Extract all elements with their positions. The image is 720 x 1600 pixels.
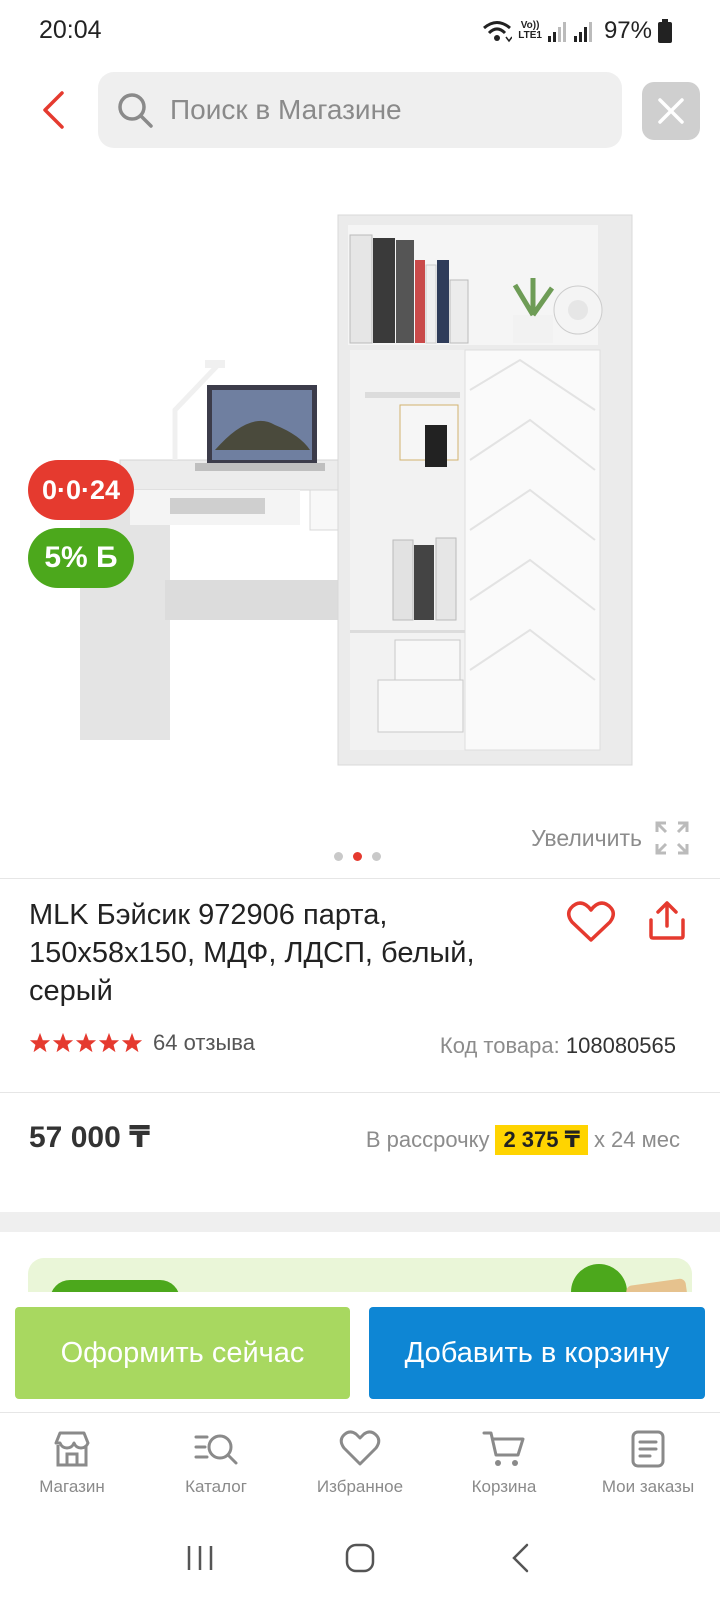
nav-item-favorites[interactable]: Избранное: [288, 1413, 432, 1517]
recent-apps-icon: [187, 1546, 213, 1570]
search-header: [0, 60, 720, 160]
installment-badge: 0·0·24: [28, 460, 135, 520]
installment-prefix: В рассрочку: [365, 1127, 490, 1152]
expand-icon: [654, 820, 690, 856]
product-gallery[interactable]: 0·0·24 5% Б Увеличить: [0, 160, 720, 890]
nav-label: Мои заказы: [601, 1477, 695, 1496]
status-time: 20:04: [39, 16, 102, 44]
battery-percent: 97%: [603, 17, 652, 44]
status-icons: Vo)) LTE1 97%: [482, 17, 672, 45]
nav-item-store[interactable]: Магазин: [0, 1413, 144, 1517]
nav-item-orders[interactable]: Мои заказы: [576, 1413, 720, 1517]
recent-apps-button[interactable]: [170, 1528, 230, 1588]
search-input[interactable]: [170, 94, 590, 126]
nav-label: Корзина: [471, 1477, 537, 1496]
installment-info[interactable]: В рассрочку 2 375 ₸ x 24 мес: [366, 1125, 680, 1155]
home-icon: [345, 1543, 375, 1573]
signal-icon: [573, 20, 594, 42]
installment-suffix: x 24 мес: [593, 1127, 680, 1152]
store-icon: [54, 1431, 90, 1467]
sku-value: 108080565: [565, 1033, 676, 1058]
chevron-left-icon: [43, 91, 64, 129]
installment-amount: 2 375 ₸: [495, 1125, 588, 1155]
sku: Код товара: 108080565: [440, 1033, 676, 1059]
cart-icon: [482, 1431, 525, 1466]
back-button[interactable]: [28, 82, 78, 138]
system-nav-bar: [0, 1516, 720, 1600]
zoom-button[interactable]: Увеличить: [531, 820, 690, 856]
heart-icon: [567, 901, 615, 942]
nav-label: Магазин: [39, 1477, 105, 1496]
volte-icon: Vo)) LTE1: [518, 21, 542, 41]
heart-icon: [339, 1430, 381, 1466]
share-icon: [649, 901, 685, 940]
bottom-nav: Магазин Каталог Избранное Корзина Мои за…: [0, 1412, 720, 1516]
home-button[interactable]: [330, 1528, 390, 1588]
orders-icon: [631, 1430, 665, 1468]
nav-label: Каталог: [185, 1477, 247, 1496]
nav-label: Избранное: [316, 1477, 404, 1496]
zoom-label: Увеличить: [531, 824, 642, 851]
catalog-search-icon: [194, 1434, 238, 1465]
gallery-dots: [334, 852, 381, 861]
product-title: MLK Бэйсик 972906 парта, 150x58x150, МДФ…: [29, 899, 475, 1007]
signal-icon: [547, 20, 568, 42]
system-back-button[interactable]: [490, 1528, 550, 1588]
rating-stars: [29, 1032, 143, 1054]
price: 57 000 ₸: [29, 1121, 150, 1154]
wifi-icon: [482, 19, 513, 43]
gallery-dot[interactable]: [334, 852, 343, 861]
gallery-dot[interactable]: [372, 852, 381, 861]
search-icon: [116, 91, 154, 129]
checkout-now-button[interactable]: Оформить сейчас: [15, 1307, 350, 1399]
section-separator: [0, 1212, 720, 1232]
clear-search-button[interactable]: [642, 82, 700, 140]
status-bar: 20:04 Vo)) LTE1 97%: [0, 0, 720, 60]
star-icon: [121, 1032, 143, 1053]
bonus-badge: 5% Б: [28, 528, 134, 588]
divider: [0, 1092, 720, 1093]
close-icon: [658, 98, 684, 124]
back-icon: [512, 1543, 529, 1573]
share-button[interactable]: [646, 900, 688, 942]
battery-icon: [658, 19, 672, 43]
action-bar: Оформить сейчас Добавить в корзину: [0, 1292, 720, 1412]
favorite-button[interactable]: [566, 900, 616, 944]
star-icon: [98, 1032, 120, 1053]
nav-item-cart[interactable]: Корзина: [432, 1413, 576, 1517]
divider: [0, 878, 720, 879]
nav-item-catalog[interactable]: Каталог: [144, 1413, 288, 1517]
rating-row: 64 отзыва: [29, 1030, 255, 1056]
sku-label: Код товара:: [439, 1033, 560, 1058]
gallery-dot-active[interactable]: [353, 852, 362, 861]
star-icon: [29, 1032, 51, 1053]
search-box[interactable]: [98, 72, 622, 148]
volte-line2: LTE1: [518, 30, 542, 41]
add-to-cart-button[interactable]: Добавить в корзину: [369, 1307, 705, 1399]
reviews-link[interactable]: 64 отзыва: [153, 1030, 255, 1056]
star-icon: [75, 1032, 97, 1053]
star-icon: [52, 1032, 74, 1053]
